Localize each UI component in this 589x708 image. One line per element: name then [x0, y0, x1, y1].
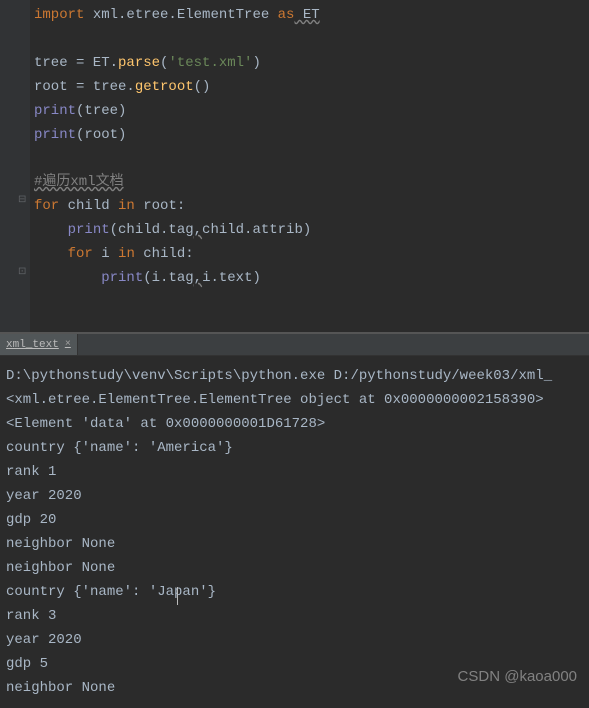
code-text: root:: [135, 198, 185, 214]
console-line: rank 1: [6, 464, 56, 480]
console-line: neighbor None: [6, 680, 115, 696]
code-text: tree = ET.: [34, 55, 118, 71]
console-line: <xml.etree.ElementTree.ElementTree objec…: [6, 392, 544, 408]
builtin-print: print: [68, 222, 110, 238]
code-text: xml.etree.ElementTree: [84, 7, 277, 23]
code-text: (root): [76, 127, 126, 143]
code-text: child:: [135, 246, 194, 262]
code-area[interactable]: import xml.etree.ElementTree as ET tree …: [30, 0, 589, 332]
keyword-in: in: [118, 198, 135, 214]
code-text: (): [194, 79, 211, 95]
comma-warn: ,: [194, 270, 202, 286]
console-line: gdp 5: [6, 656, 48, 672]
code-text: root = tree.: [34, 79, 135, 95]
builtin-print: print: [101, 270, 143, 286]
tab-xml-text[interactable]: xml_text ×: [0, 334, 78, 355]
func-parse: parse: [118, 55, 160, 71]
console-line: country {'name': 'Japan'}: [6, 584, 216, 600]
code-text: (child.tag: [110, 222, 194, 238]
console-line: D:\pythonstudy\venv\Scripts\python.exe D…: [6, 368, 552, 384]
editor-gutter: ⊟ ⊡: [0, 0, 30, 332]
code-text: ): [252, 55, 260, 71]
code-text: child.attrib): [202, 222, 311, 238]
code-text: i.text): [202, 270, 261, 286]
console-line: country {'name': 'America'}: [6, 440, 233, 456]
code-text: (i.tag: [143, 270, 193, 286]
console-line: rank 3: [6, 608, 56, 624]
code-text: i: [93, 246, 118, 262]
indent: [34, 270, 101, 286]
alias-et: ET: [294, 7, 319, 23]
console-line: year 2020: [6, 488, 82, 504]
close-icon[interactable]: ×: [65, 339, 71, 350]
comma-warn: ,: [194, 222, 202, 238]
code-text: (tree): [76, 103, 126, 119]
code-text: child: [59, 198, 118, 214]
keyword-for: for: [34, 198, 59, 214]
text-cursor-icon: [177, 587, 178, 605]
console-line: year 2020: [6, 632, 82, 648]
indent: [34, 246, 68, 262]
console-tab-bar: xml_text ×: [0, 334, 589, 356]
builtin-print: print: [34, 127, 76, 143]
builtin-print: print: [34, 103, 76, 119]
tab-label: xml_text: [6, 339, 59, 351]
console-line: neighbor None: [6, 536, 115, 552]
keyword-in: in: [118, 246, 135, 262]
fold-close-icon[interactable]: ⊡: [18, 268, 26, 278]
console-line: neighbor None: [6, 560, 115, 576]
comment-line: #遍历xml文档: [34, 174, 124, 190]
keyword-for: for: [68, 246, 93, 262]
editor-pane: ⊟ ⊡ import xml.etree.ElementTree as ET t…: [0, 0, 589, 332]
console-output[interactable]: D:\pythonstudy\venv\Scripts\python.exe D…: [0, 356, 589, 708]
keyword-as: as: [278, 7, 295, 23]
console-line: <Element 'data' at 0x0000000001D61728>: [6, 416, 325, 432]
indent: [34, 222, 68, 238]
func-getroot: getroot: [135, 79, 194, 95]
string-literal: 'test.xml': [168, 55, 252, 71]
fold-minus-icon[interactable]: ⊟: [18, 196, 26, 206]
keyword-import: import: [34, 7, 84, 23]
console-line: gdp 20: [6, 512, 56, 528]
